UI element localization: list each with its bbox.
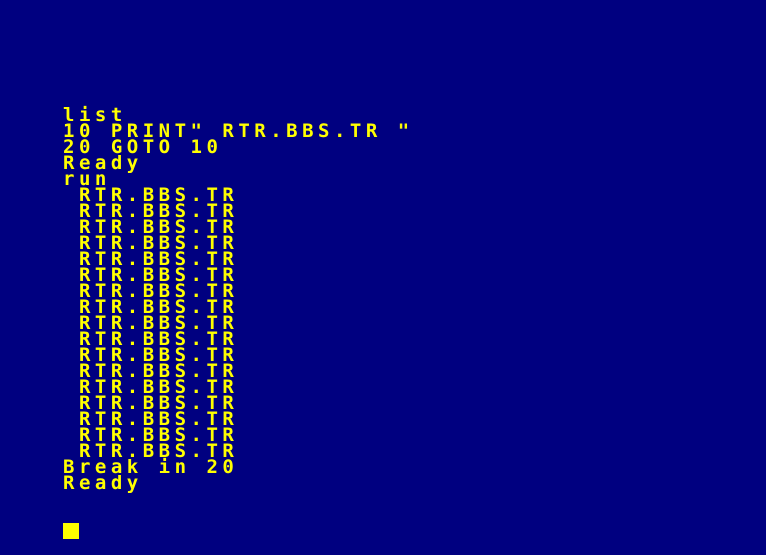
input-line[interactable]: [63, 523, 414, 539]
terminal-output: list 10 PRINT" RTR.BBS.TR " 20 GOTO 10 Read…: [63, 106, 414, 494]
basic-terminal[interactable]: list 10 PRINT" RTR.BBS.TR " 20 GOTO 10 Read…: [63, 75, 414, 555]
text-cursor: [63, 523, 79, 539]
terminal-line: Ready: [63, 472, 143, 494]
terminal-line: Ready: [63, 152, 143, 174]
